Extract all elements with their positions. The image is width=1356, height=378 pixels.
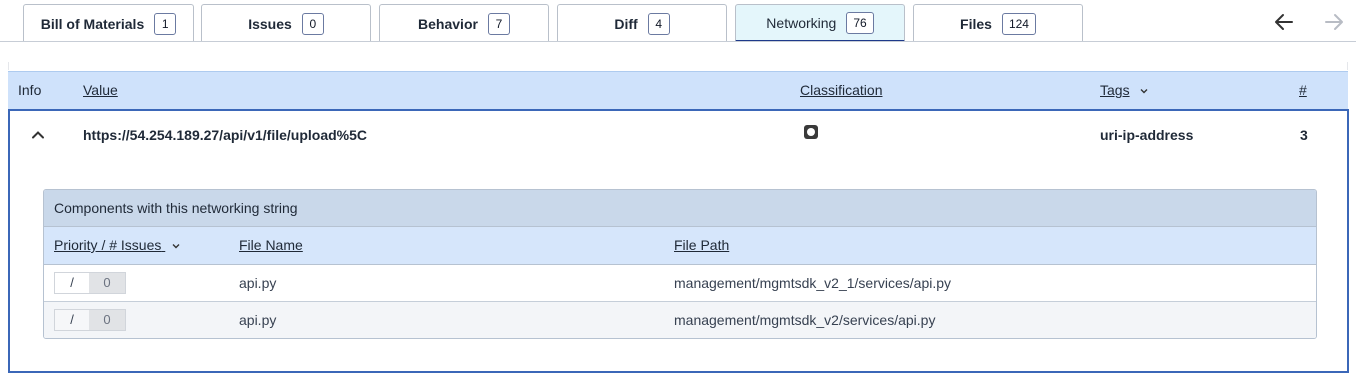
tab-bill-of-materials[interactable]: Bill of Materials 1	[23, 4, 194, 42]
chevron-up-icon[interactable]	[30, 127, 46, 143]
table-row[interactable]: / 0 api.py management/mgmtsdk_v2_1/servi…	[44, 265, 1316, 302]
header-count[interactable]: #	[1299, 82, 1307, 98]
chevron-down-icon	[1140, 89, 1148, 94]
expanded-row: https://54.254.189.27/api/v1/file/upload…	[8, 109, 1349, 373]
issue-count: 0	[89, 273, 125, 293]
row-count: 3	[1300, 127, 1308, 143]
tab-label: Files	[960, 15, 992, 32]
tab-count-badge: 1	[154, 12, 177, 35]
tab-files[interactable]: Files 124	[913, 4, 1083, 42]
tab-label: Issues	[248, 15, 292, 32]
arrow-right-icon[interactable]	[1322, 10, 1346, 34]
header-priority-label: Priority / # Issues	[54, 237, 162, 253]
tab-diff[interactable]: Diff 4	[557, 4, 727, 42]
components-title: Components with this networking string	[44, 190, 1316, 227]
tab-count-badge: 4	[647, 12, 670, 35]
tab-networking[interactable]: Networking 76	[735, 4, 905, 42]
chevron-down-icon	[172, 244, 180, 249]
file-name: api.py	[239, 275, 277, 291]
arrow-left-icon[interactable]	[1272, 10, 1296, 34]
tab-count-badge: 124	[1001, 12, 1036, 35]
row-value: https://54.254.189.27/api/v1/file/upload…	[83, 127, 367, 143]
header-tags[interactable]: Tags	[1100, 82, 1149, 98]
header-file-name[interactable]: File Name	[239, 237, 303, 253]
priority-indicator: / 0	[54, 272, 126, 294]
header-classification[interactable]: Classification	[800, 82, 882, 98]
file-name: api.py	[239, 312, 277, 328]
tab-bar-divider	[0, 41, 1356, 42]
components-table: Components with this networking string P…	[43, 189, 1317, 339]
components-header: Priority / # Issues File Name File Path	[44, 227, 1316, 265]
record-icon	[804, 125, 818, 139]
tab-count-badge: 0	[301, 12, 324, 35]
file-path: management/mgmtsdk_v2_1/services/api.py	[674, 275, 952, 291]
priority-value: /	[55, 310, 89, 330]
row-tag: uri-ip-address	[1100, 127, 1194, 143]
file-path: management/mgmtsdk_v2/services/api.py	[674, 312, 936, 328]
header-value[interactable]: Value	[83, 82, 118, 98]
tab-label: Behavior	[418, 15, 478, 32]
tab-label: Networking	[766, 14, 837, 31]
table-row[interactable]: / 0 api.py management/mgmtsdk_v2/service…	[44, 302, 1316, 338]
tab-behavior[interactable]: Behavior 7	[379, 4, 549, 42]
tab-label: Diff	[614, 15, 638, 32]
header-tags-label: Tags	[1100, 82, 1130, 98]
header-priority[interactable]: Priority / # Issues	[54, 237, 181, 253]
issue-count: 0	[89, 310, 125, 330]
tab-issues[interactable]: Issues 0	[201, 4, 371, 42]
header-info: Info	[18, 82, 42, 98]
tab-count-badge: 7	[487, 12, 510, 35]
tab-count-badge: 76	[846, 11, 874, 34]
networking-grid-header: Info Value Classification Tags #	[8, 71, 1348, 109]
priority-indicator: / 0	[54, 309, 126, 331]
tab-bar: Bill of Materials 1 Issues 0 Behavior 7 …	[0, 0, 1356, 43]
priority-value: /	[55, 273, 89, 293]
tab-label: Bill of Materials	[40, 15, 145, 32]
panel-spacer	[8, 62, 1348, 70]
header-file-path[interactable]: File Path	[674, 237, 729, 253]
